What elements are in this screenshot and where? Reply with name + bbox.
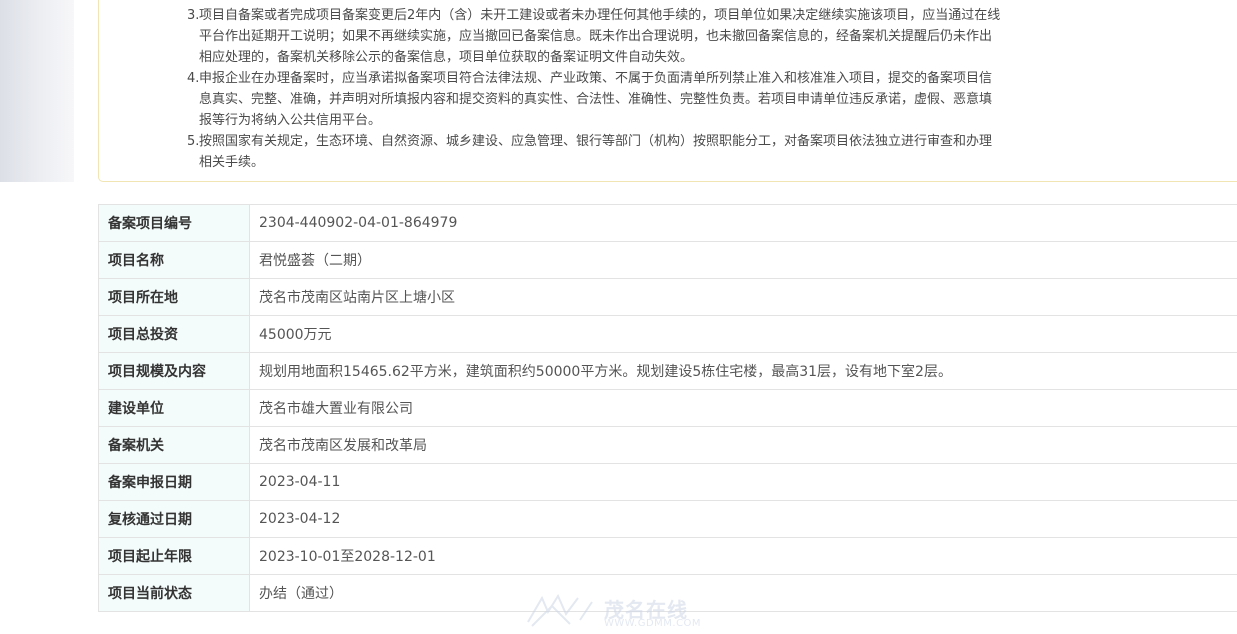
project-info-table: 备案项目编号 2304-440902-04-01-864979 项目名称 君悦盛…	[98, 204, 1237, 612]
notice-item-number: 3.	[187, 8, 200, 23]
notice-item-4: 4.申报企业在办理备案时，应当承诺拟备案项目符合法律法规、产业政策、不属于负面清…	[187, 68, 1067, 131]
notice-line: 相关手续。	[199, 155, 265, 170]
notice-line: 相应处理的，备案机关移除公示的备案信息，项目单位获取的备案证明文件自动失效。	[199, 50, 694, 65]
notice-line: 平台作出延期开工说明；如果不再继续实施，应当撤回已备案信息。既未作出合理说明，也…	[199, 29, 993, 44]
table-row: 备案机关 茂名市茂南区发展和改革局	[98, 426, 1237, 464]
row-value: 茂名市茂南区发展和改革局	[249, 426, 1237, 464]
table-row: 项目总投资 45000万元	[98, 315, 1237, 353]
row-value: 45000万元	[249, 315, 1237, 353]
notice-item-number: 5.	[187, 134, 200, 149]
table-row: 建设单位 茂名市雄大置业有限公司	[98, 389, 1237, 427]
notice-line: 按照国家有关规定，生态环境、自然资源、城乡建设、应急管理、银行等部门（机构）按照…	[199, 134, 993, 149]
row-value: 规划用地面积15465.62平方米，建筑面积约50000平方米。规划建设5栋住宅…	[249, 352, 1237, 390]
row-value: 2023-04-11	[249, 463, 1237, 501]
watermark-logo-icon	[527, 593, 593, 627]
row-label: 备案机关	[98, 426, 250, 464]
notice-list: 3.项目自备案或者完成项目备案变更后2年内（含）未开工建设或者未办理任何其他手续…	[187, 5, 1067, 173]
notice-line: 报等行为将纳入公共信用平台。	[199, 113, 382, 128]
row-value: 2023-10-01至2028-12-01	[249, 537, 1237, 575]
watermark-url: WWW.GDMM.COM	[604, 618, 702, 629]
table-row: 项目名称 君悦盛荟（二期）	[98, 241, 1237, 279]
left-blurred-panel	[0, 0, 74, 182]
notice-item-3: 3.项目自备案或者完成项目备案变更后2年内（含）未开工建设或者未办理任何其他手续…	[187, 5, 1067, 68]
row-label: 项目所在地	[98, 278, 250, 316]
table-row: 项目规模及内容 规划用地面积15465.62平方米，建筑面积约50000平方米。…	[98, 352, 1237, 390]
notice-line: 项目自备案或者完成项目备案变更后2年内（含）未开工建设或者未办理任何其他手续的，…	[199, 8, 1001, 23]
row-label: 项目规模及内容	[98, 352, 250, 390]
row-value: 办结（通过）	[249, 574, 1237, 612]
row-label: 项目名称	[98, 241, 250, 279]
table-row: 复核通过日期 2023-04-12	[98, 500, 1237, 538]
row-value: 君悦盛荟（二期）	[249, 241, 1237, 279]
notice-item-number: 4.	[187, 71, 200, 86]
notice-line: 申报企业在办理备案时，应当承诺拟备案项目符合法律法规、产业政策、不属于负面清单所…	[199, 71, 993, 86]
row-value: 茂名市茂南区站南片区上塘小区	[249, 278, 1237, 316]
notice-box: 3.项目自备案或者完成项目备案变更后2年内（含）未开工建设或者未办理任何其他手续…	[98, 0, 1237, 182]
row-label: 建设单位	[98, 389, 250, 427]
table-row: 项目所在地 茂名市茂南区站南片区上塘小区	[98, 278, 1237, 316]
table-row: 备案项目编号 2304-440902-04-01-864979	[98, 204, 1237, 242]
row-value: 2023-04-12	[249, 500, 1237, 538]
row-label: 备案项目编号	[98, 204, 250, 242]
site-watermark: 茂名在线 WWW.GDMM.COM	[522, 592, 722, 632]
notice-item-5: 5.按照国家有关规定，生态环境、自然资源、城乡建设、应急管理、银行等部门（机构）…	[187, 131, 1067, 173]
notice-line: 息真实、完整、准确，并声明对所填报内容和提交资料的真实性、合法性、准确性、完整性…	[199, 92, 993, 107]
row-label: 项目起止年限	[98, 537, 250, 575]
table-row: 备案申报日期 2023-04-11	[98, 463, 1237, 501]
row-label: 复核通过日期	[98, 500, 250, 538]
row-value: 茂名市雄大置业有限公司	[249, 389, 1237, 427]
row-label: 项目当前状态	[98, 574, 250, 612]
row-value: 2304-440902-04-01-864979	[249, 204, 1237, 242]
row-label: 项目总投资	[98, 315, 250, 353]
table-row: 项目起止年限 2023-10-01至2028-12-01	[98, 537, 1237, 575]
row-label: 备案申报日期	[98, 463, 250, 501]
